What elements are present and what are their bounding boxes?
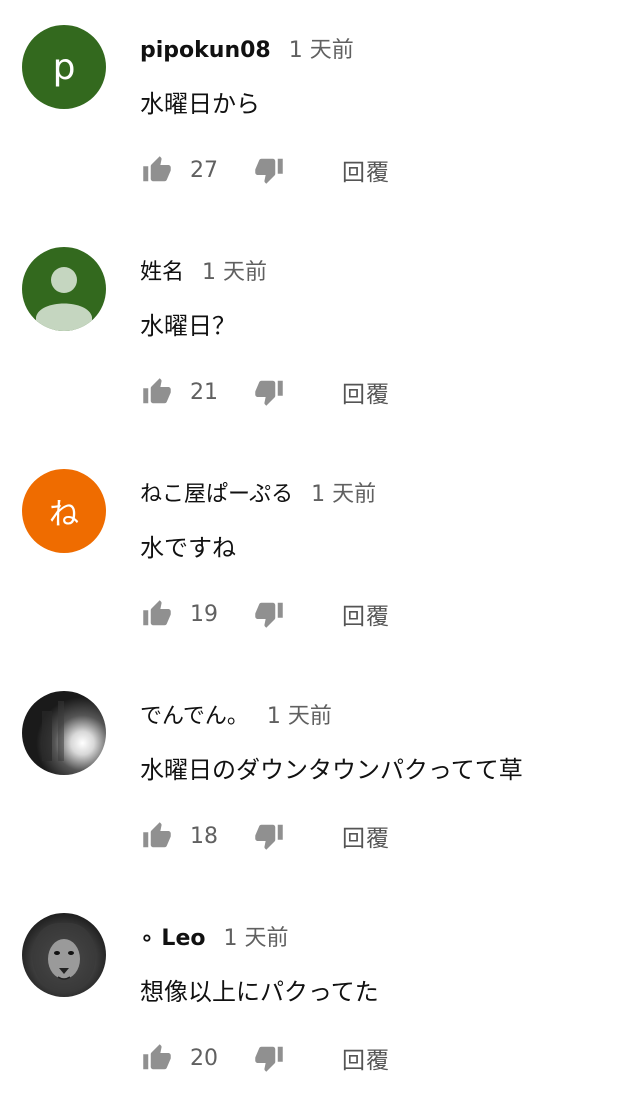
author-name[interactable]: 姓名	[140, 254, 184, 286]
timestamp[interactable]: 1 天前	[223, 920, 288, 952]
timestamp[interactable]: 1 天前	[202, 254, 267, 286]
comment-item: p pipokun08 1 天前 水曜日から 27 回覆	[0, 0, 640, 222]
avatar-letter: p	[52, 46, 76, 88]
timestamp[interactable]: 1 天前	[289, 32, 354, 64]
comment-header: ∘ Leo 1 天前	[140, 920, 288, 954]
author-name[interactable]: ∘ Leo	[140, 926, 205, 951]
comment-text: 水ですね	[140, 534, 236, 562]
author-name[interactable]: ねこ屋ぱーぷる	[140, 476, 293, 508]
comment-header: pipokun08 1 天前	[140, 32, 354, 66]
like-count: 21	[190, 379, 218, 405]
avatar-letter: ね	[49, 497, 79, 532]
like-count: 27	[190, 157, 218, 183]
avatar[interactable]	[22, 247, 106, 331]
avatar[interactable]	[22, 913, 106, 997]
reply-button[interactable]: 回覆	[342, 597, 390, 631]
comment-text: 水曜日？	[140, 312, 236, 340]
default-person-icon	[36, 267, 92, 331]
thumbs-down-icon[interactable]	[252, 1041, 286, 1075]
avatar[interactable]	[22, 691, 106, 775]
comment-item: ね ねこ屋ぱーぷる 1 天前 水ですね 19 回覆	[0, 444, 640, 666]
comment-actions: 27 回覆	[140, 152, 390, 188]
like-count: 18	[190, 823, 218, 849]
author-name[interactable]: pipokun08	[140, 38, 271, 63]
lion-avatar-icon	[22, 913, 106, 997]
comment-text: 水曜日から	[140, 90, 260, 118]
comment-actions: 20 回覆	[140, 1040, 390, 1076]
thumbs-up-icon[interactable]	[140, 819, 174, 853]
comment-item: でんでん。 1 天前 水曜日のダウンタウンパクってて草 18 回覆	[0, 666, 640, 888]
author-name[interactable]: でんでん。	[140, 698, 249, 730]
thumbs-up-icon[interactable]	[140, 375, 174, 409]
comment-text: 水曜日のダウンタウンパクってて草	[140, 756, 523, 784]
reply-button[interactable]: 回覆	[342, 375, 390, 409]
thumbs-down-icon[interactable]	[252, 819, 286, 853]
timestamp[interactable]: 1 天前	[267, 698, 332, 730]
thumbs-up-icon[interactable]	[140, 153, 174, 187]
thumbs-down-icon[interactable]	[252, 375, 286, 409]
comment-text: 想像以上にパクってた	[140, 978, 379, 1006]
comment-item: 姓名 1 天前 水曜日？ 21 回覆	[0, 222, 640, 444]
comment-actions: 21 回覆	[140, 374, 390, 410]
comment-actions: 19 回覆	[140, 596, 390, 632]
comment-header: 姓名 1 天前	[140, 254, 267, 288]
reply-button[interactable]: 回覆	[342, 153, 390, 187]
timestamp[interactable]: 1 天前	[311, 476, 376, 508]
like-count: 19	[190, 601, 218, 627]
comment-header: ねこ屋ぱーぷる 1 天前	[140, 476, 376, 510]
thumbs-up-icon[interactable]	[140, 597, 174, 631]
thumbs-down-icon[interactable]	[252, 597, 286, 631]
thumbs-down-icon[interactable]	[252, 153, 286, 187]
comment-actions: 18 回覆	[140, 818, 390, 854]
comment-item: ∘ Leo 1 天前 想像以上にパクってた 20 回覆	[0, 888, 640, 1110]
photo-avatar-icon	[22, 691, 106, 775]
comment-header: でんでん。 1 天前	[140, 698, 332, 732]
like-count: 20	[190, 1045, 218, 1071]
thumbs-up-icon[interactable]	[140, 1041, 174, 1075]
avatar[interactable]: ね	[22, 469, 106, 553]
avatar[interactable]: p	[22, 25, 106, 109]
reply-button[interactable]: 回覆	[342, 819, 390, 853]
reply-button[interactable]: 回覆	[342, 1041, 390, 1075]
